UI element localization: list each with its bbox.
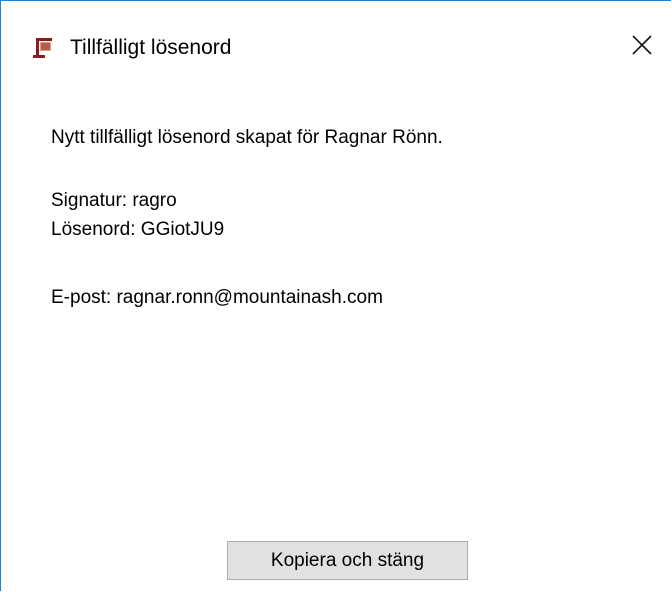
signature-text: Signatur: ragro: [51, 190, 177, 211]
copy-and-close-button[interactable]: Kopiera och stäng: [227, 541, 468, 580]
email-text: E-post: ragnar.ronn@mountainash.com: [51, 287, 383, 308]
close-button[interactable]: [625, 19, 671, 75]
close-icon: [625, 34, 653, 61]
password-text: Lösenord: GGiotJU9: [51, 219, 225, 240]
app-icon: [31, 36, 55, 60]
title-bar[interactable]: Tillfälligt lösenord: [1, 1, 671, 85]
created-message: Nytt tillfälligt lösenord skapat för Rag…: [51, 127, 443, 148]
dialog-window: Tillfälligt lösenord Nytt tillfälligt lö…: [0, 0, 671, 591]
window-title: Tillfälligt lösenord: [70, 36, 232, 59]
